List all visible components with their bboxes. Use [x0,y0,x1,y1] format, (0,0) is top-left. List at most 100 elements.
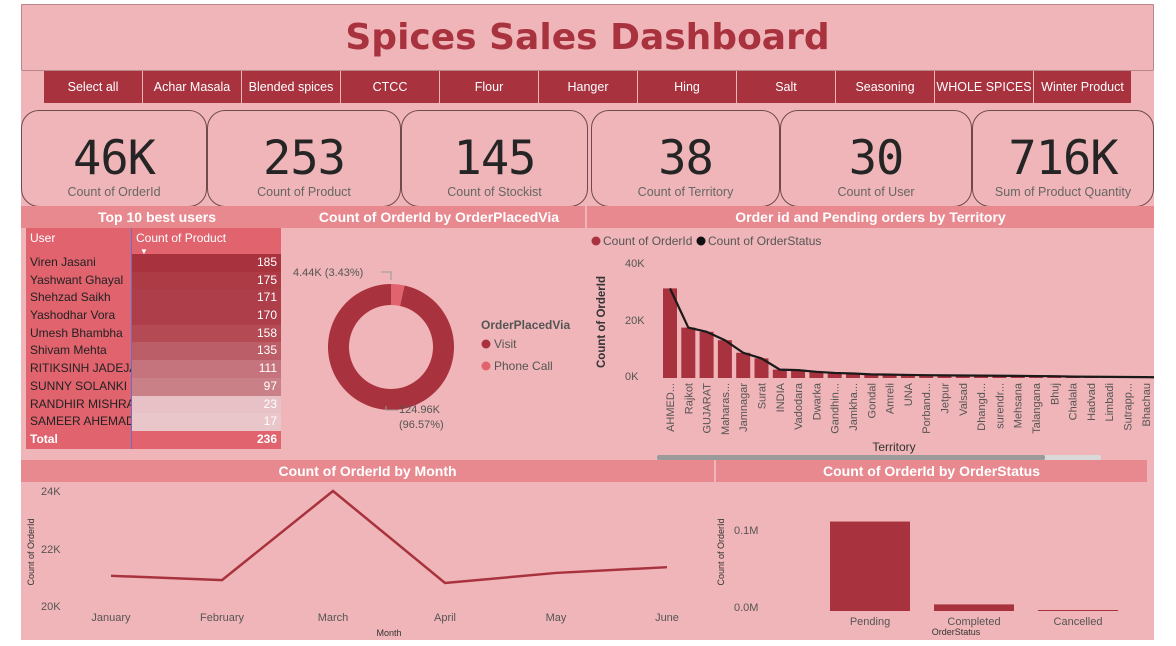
territory-x-tick: Valsad [958,383,970,416]
column-header-user[interactable]: User [26,228,132,254]
title-bar: Spices Sales Dashboard [21,4,1154,71]
month-x-labels: January February March April May June [91,612,679,624]
product-count-cell: 97 [132,377,281,396]
territory-ylabel: Count of OrderId [596,276,608,368]
slicer-ctcc[interactable]: CTCC [341,71,440,103]
kpi-label: Count of Territory [637,185,734,199]
product-count-cell: 17 [132,413,281,431]
total-label: Total [26,430,132,449]
status-title: Count of OrderId by OrderStatus [716,460,1147,482]
kpi-label: Sum of Product Quantity [994,185,1132,199]
slicer-achar-masala[interactable]: Achar Masala [143,71,242,103]
territory-x-tick: UNA [903,382,915,406]
kpi-value: 30 [848,131,905,186]
kpi-card-stockist: 145 Count of Stockist [401,110,588,207]
territory-xlabel: Territory [872,440,915,454]
month-x-tick: February [200,612,245,624]
month-title: Count of OrderId by Month [21,460,714,482]
user-name-cell: Shivam Mehta [26,342,132,361]
dashboard-canvas: Spices Sales Dashboard Select all Achar … [21,4,1154,640]
y-tick-40k: 40K [625,258,645,270]
territory-bar[interactable] [699,331,714,378]
legend-visit-swatch [481,339,491,349]
slicer-winter-product[interactable]: Winter Product [1034,71,1132,103]
table-row: RITIKSINH JADEJA 111 [26,360,281,378]
territory-bar[interactable] [772,369,787,378]
table-row: Umesh Bhambha 158 [26,324,281,343]
user-name-cell: SUNNY SOLANKI [26,377,132,396]
status-bar[interactable] [830,521,910,611]
slicer-seasoning[interactable]: Seasoning [836,71,935,103]
table-row: Shehzad Saikh 171 [26,289,281,308]
territory-x-labels: AHMED... Rajkot GUJARAT Maharas... Jamnagar S… [665,382,1153,435]
kpi-value: 145 [453,131,537,186]
slicer-hanger[interactable]: Hanger [539,71,638,103]
legend-orderstatus-swatch [696,236,706,246]
donut-legend-title: OrderPlacedVia [481,318,570,332]
product-count-cell: 23 [132,395,281,414]
territory-bar[interactable] [681,327,696,378]
total-value: 236 [256,431,277,446]
territory-x-tick: Jamnagar [738,383,750,432]
table-header: User Count of Product ▼ [26,228,281,256]
territory-x-tick: Hadvad [1086,383,1098,421]
territory-x-tick: Limbadi [1104,383,1116,422]
small-label-leader [381,271,392,280]
product-count-cell: 135 [132,342,281,361]
user-name-cell: Shehzad Saikh [26,289,132,308]
user-name-cell: Viren Jasani [26,254,132,272]
status-bar[interactable] [1038,610,1118,611]
y-tick-24k: 24K [41,486,61,498]
table-row: Yashodhar Vora 170 [26,307,281,325]
y-tick-22k: 22K [41,544,61,556]
legend-orderid-swatch [591,236,601,246]
slicer-blended-spices[interactable]: Blended spices [242,71,341,103]
product-count-cell: 170 [132,307,281,325]
product-count-cell: 185 [132,254,281,272]
column-header-count[interactable]: Count of Product ▼ [132,228,281,256]
kpi-label: Count of Product [257,185,351,199]
territory-x-tick: Mehsana [1013,382,1025,428]
table-row: Yashwant Ghayal 175 [26,271,281,290]
top-users-title: Top 10 best users [21,206,293,228]
kpi-card-products: 253 Count of Product [207,110,401,207]
y-tick-0k: 0K [625,371,639,383]
territory-bar[interactable] [717,340,732,378]
slicer-flour[interactable]: Flour [440,71,539,103]
month-x-tick: June [655,612,679,624]
dashboard-title: Spices Sales Dashboard [345,17,830,58]
legend-orderid-label: Count of OrderId [603,234,692,248]
slicer-select-all[interactable]: Select all [44,71,143,103]
table-row: SUNNY SOLANKI 97 [26,377,281,396]
status-bar[interactable] [934,604,1014,611]
month-chart: 24K 22K 20K Count of OrderId January Febr… [26,486,679,638]
product-count-cell: 171 [132,289,281,308]
territory-bar[interactable] [736,352,751,378]
status-x-tick: Cancelled [1054,616,1103,628]
status-xlabel: OrderStatus [932,627,981,637]
territory-x-tick: Bhachau [1141,383,1153,426]
donut-label-big-2: (96.57%) [399,419,444,431]
territory-x-tick: surendr... [994,383,1006,429]
status-bars [830,521,1118,611]
territory-x-tick: Gandhin... [830,383,842,434]
territory-x-tick: Rajkot [683,383,695,414]
user-name-cell: SAMEER AHEMAD [26,413,132,431]
territory-x-tick: Dwarka [811,382,823,420]
territory-x-tick: Chalala [1068,382,1080,420]
slicer-hing[interactable]: Hing [638,71,737,103]
territory-chart: Count of OrderId Count of OrderStatus 40… [591,234,1154,460]
kpi-label: Count of User [837,185,915,199]
kpi-value: 46K [73,131,156,186]
territory-x-tick: Talangana [1031,382,1043,434]
territory-x-tick: Porband... [921,383,933,434]
territory-bar[interactable] [663,288,677,378]
user-name-cell: Yashwant Ghayal [26,271,132,290]
slicer-whole-spices[interactable]: WHOLE SPICES [935,71,1034,103]
slicer-salt[interactable]: Salt [737,71,836,103]
territory-x-tick: Dhangd... [976,383,988,431]
kpi-label: Count of OrderId [67,185,161,199]
month-x-tick: January [91,612,131,624]
territory-scrollbar-thumb[interactable] [657,455,1045,460]
territory-bars [663,288,1153,378]
